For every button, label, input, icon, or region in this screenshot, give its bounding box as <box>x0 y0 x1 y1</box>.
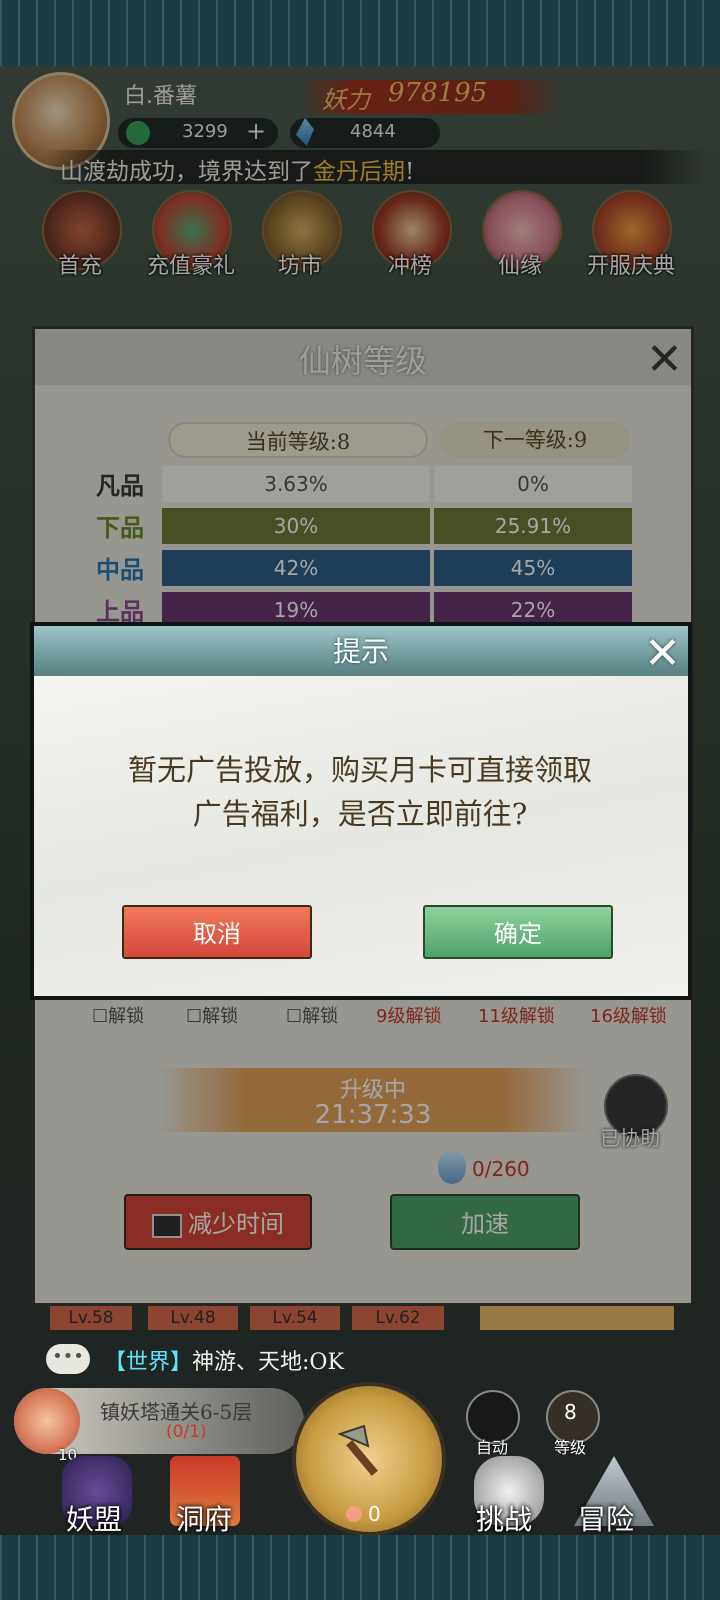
nav-adventure[interactable]: 冒险 <box>578 1498 634 1538</box>
prompt-dialog-message: 暂无广告投放，购买月卡可直接领取 广告福利，是否立即前往? <box>127 753 592 831</box>
quest-title: 镇妖塔通关6-5层 <box>100 1400 253 1424</box>
level-value: 8 <box>564 1400 577 1424</box>
nav-challenge[interactable]: 挑战 <box>476 1498 532 1538</box>
dialog-close-icon[interactable]: ✕ <box>644 628 681 679</box>
chat-message[interactable]: 【世界】神游、天地:OK <box>104 1344 344 1376</box>
quest-progress: (0/1) <box>166 1422 207 1442</box>
peach-icon <box>14 1388 80 1454</box>
bottom-decor-band <box>0 1535 720 1600</box>
auto-label: 自动 <box>476 1438 509 1457</box>
confirm-button[interactable]: 确定 <box>423 905 613 959</box>
level-label: 等级 <box>554 1438 587 1457</box>
axe-icon <box>330 1420 390 1480</box>
nav-alliance[interactable]: 妖盟 <box>66 1498 122 1538</box>
cancel-button[interactable]: 取消 <box>122 905 312 959</box>
peach-small-icon <box>346 1506 362 1522</box>
peach-count: 0 <box>368 1502 381 1526</box>
prompt-dialog-title: 提示 <box>332 635 389 668</box>
chat-icon[interactable]: ••• <box>46 1344 90 1374</box>
nav-cave[interactable]: 洞府 <box>176 1498 232 1538</box>
top-decor-band <box>0 0 720 66</box>
